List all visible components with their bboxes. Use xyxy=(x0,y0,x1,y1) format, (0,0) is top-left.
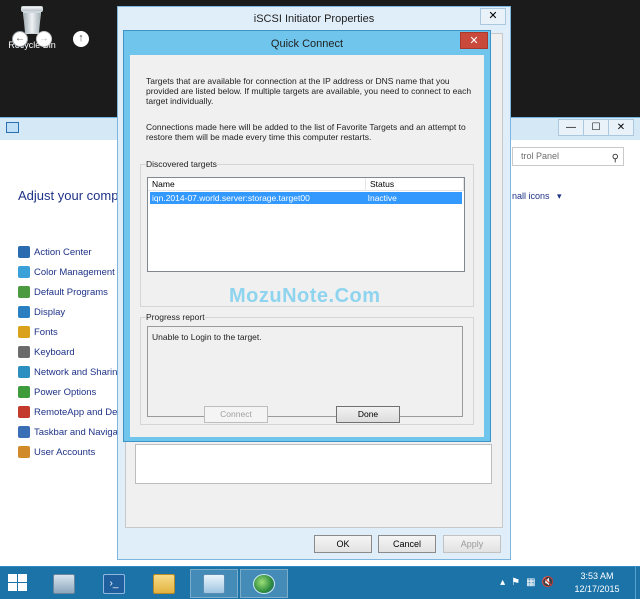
control-panel-item[interactable]: Keyboard xyxy=(18,342,122,362)
taskbar-iscsi[interactable] xyxy=(240,569,288,598)
taskbar-powershell[interactable]: ›_ xyxy=(90,569,138,598)
progress-report-label: Progress report xyxy=(146,312,205,322)
up-icon[interactable]: ↑ xyxy=(73,31,89,47)
control-panel-item-icon xyxy=(18,326,30,338)
network-icon[interactable]: ▦ xyxy=(526,577,535,588)
maximize-button[interactable]: ☐ xyxy=(583,119,609,136)
control-panel-item-icon xyxy=(18,386,30,398)
taskbar-control-panel[interactable] xyxy=(190,569,238,598)
control-panel-item[interactable]: Taskbar and Naviga xyxy=(18,422,122,442)
control-panel-icon xyxy=(203,573,225,594)
search-icon[interactable]: ⚲ xyxy=(612,150,619,167)
control-panel-item[interactable]: Network and Sharin xyxy=(18,362,122,382)
target-name: iqn.2014-07.world.server:storage.target0… xyxy=(152,193,310,203)
system-tray: ▴ ⚑ ▦ 🔇 xyxy=(500,577,554,588)
control-panel-item-icon xyxy=(18,406,30,418)
control-panel-item-label: Keyboard xyxy=(34,346,75,358)
taskbar: ›_ ▴ ⚑ ▦ 🔇 3:53 AM 12/17/2015 xyxy=(0,566,640,599)
tray-up-arrow-icon[interactable]: ▴ xyxy=(500,577,505,588)
clock-date: 12/17/2015 xyxy=(574,584,620,594)
minimize-button[interactable]: — xyxy=(558,119,584,136)
intro-text: Targets that are available for connectio… xyxy=(146,76,472,106)
control-panel-item[interactable]: Display xyxy=(18,302,122,322)
back-icon[interactable]: ← xyxy=(12,31,28,47)
control-panel-item-icon xyxy=(18,346,30,358)
control-panel-item-icon xyxy=(18,426,30,438)
iscsi-close-button[interactable]: ✕ xyxy=(480,8,506,25)
control-panel-item[interactable]: Fonts xyxy=(18,322,122,342)
control-panel-item[interactable]: Default Programs xyxy=(18,282,122,302)
target-status: Inactive xyxy=(367,193,397,203)
control-panel-item-icon xyxy=(18,446,30,458)
folder-icon xyxy=(153,573,175,594)
server-manager-icon xyxy=(53,573,75,594)
ok-button[interactable]: OK xyxy=(314,535,372,553)
clock[interactable]: 3:53 AM 12/17/2015 xyxy=(562,570,632,596)
taskbar-server-manager[interactable] xyxy=(40,569,88,598)
page-title: Adjust your compu xyxy=(18,188,126,203)
close-button[interactable]: ✕ xyxy=(608,119,634,136)
forward-icon[interactable]: → xyxy=(36,31,52,47)
control-panel-item[interactable]: Power Options xyxy=(18,382,122,402)
control-panel-item-label: Fonts xyxy=(34,326,58,338)
column-header-name[interactable]: Name xyxy=(148,178,366,190)
control-panel-item-icon xyxy=(18,286,30,298)
quick-connect-body: Targets that are available for connectio… xyxy=(130,55,484,437)
targets-list[interactable]: Name Status iqn.2014-07.world.server:sto… xyxy=(147,177,465,272)
powershell-icon: ›_ xyxy=(103,573,125,594)
connect-button[interactable]: Connect xyxy=(204,406,268,423)
list-header: Name Status xyxy=(148,178,464,191)
taskbar-file-explorer[interactable] xyxy=(140,569,188,598)
show-desktop-button[interactable] xyxy=(635,567,640,599)
control-panel-item-label: Default Programs xyxy=(34,286,108,298)
control-panel-item-icon xyxy=(18,266,30,278)
discovered-targets-label: Discovered targets xyxy=(146,159,217,169)
clock-time: 3:53 AM xyxy=(580,571,614,581)
control-panel-items: Action Center Color Management Default Pro… xyxy=(18,242,122,462)
quick-connect-close-button[interactable]: ✕ xyxy=(460,32,488,49)
control-panel-item[interactable]: Color Management xyxy=(18,262,122,282)
control-panel-item[interactable]: RemoteApp and Des xyxy=(18,402,122,422)
control-panel-icon xyxy=(6,122,19,133)
start-button[interactable] xyxy=(8,574,28,592)
control-panel-item[interactable]: User Accounts xyxy=(18,442,122,462)
search-input[interactable]: trol Panel ⚲ xyxy=(512,147,624,166)
control-panel-item-label: Power Options xyxy=(34,386,97,398)
control-panel-item[interactable]: Action Center xyxy=(18,242,122,262)
quick-connect-title: Quick Connect xyxy=(270,38,344,50)
control-panel-item-label: Color Management xyxy=(34,266,115,278)
control-panel-item-icon xyxy=(18,306,30,318)
control-panel-item-icon xyxy=(18,246,30,258)
favorites-text: Connections made here will be added to t… xyxy=(146,122,466,142)
view-by-dropdown[interactable]: nall icons ▾ xyxy=(512,191,562,202)
chevron-down-icon: ▾ xyxy=(552,191,562,201)
control-panel-item-label: Network and Sharin xyxy=(34,366,118,378)
view-by-label: nall icons xyxy=(512,191,550,201)
column-header-status[interactable]: Status xyxy=(366,178,464,190)
search-placeholder: trol Panel xyxy=(521,151,560,161)
iscsi-panel xyxy=(135,444,492,484)
control-panel-item-label: Taskbar and Naviga xyxy=(34,426,118,438)
cancel-button[interactable]: Cancel xyxy=(378,535,436,553)
progress-report-box: Unable to Login to the target. xyxy=(147,326,463,417)
globe-icon xyxy=(253,573,275,594)
control-panel-item-label: Display xyxy=(34,306,66,318)
volume-icon[interactable]: 🔇 xyxy=(542,577,554,588)
target-row[interactable]: iqn.2014-07.world.server:storage.target0… xyxy=(150,192,462,204)
done-button[interactable]: Done xyxy=(336,406,400,423)
control-panel-item-label: User Accounts xyxy=(34,446,96,458)
control-panel-item-icon xyxy=(18,366,30,378)
watermark: MozuNote.Com xyxy=(229,285,381,307)
flag-icon[interactable]: ⚑ xyxy=(511,577,520,588)
apply-button[interactable]: Apply xyxy=(443,535,501,553)
progress-report-text: Unable to Login to the target. xyxy=(152,332,262,342)
quick-connect-dialog: Quick Connect ✕ Targets that are availab… xyxy=(123,30,491,442)
windows-logo-icon xyxy=(8,574,17,582)
control-panel-item-label: RemoteApp and Des xyxy=(34,406,123,418)
control-panel-item-label: Action Center xyxy=(34,246,92,258)
